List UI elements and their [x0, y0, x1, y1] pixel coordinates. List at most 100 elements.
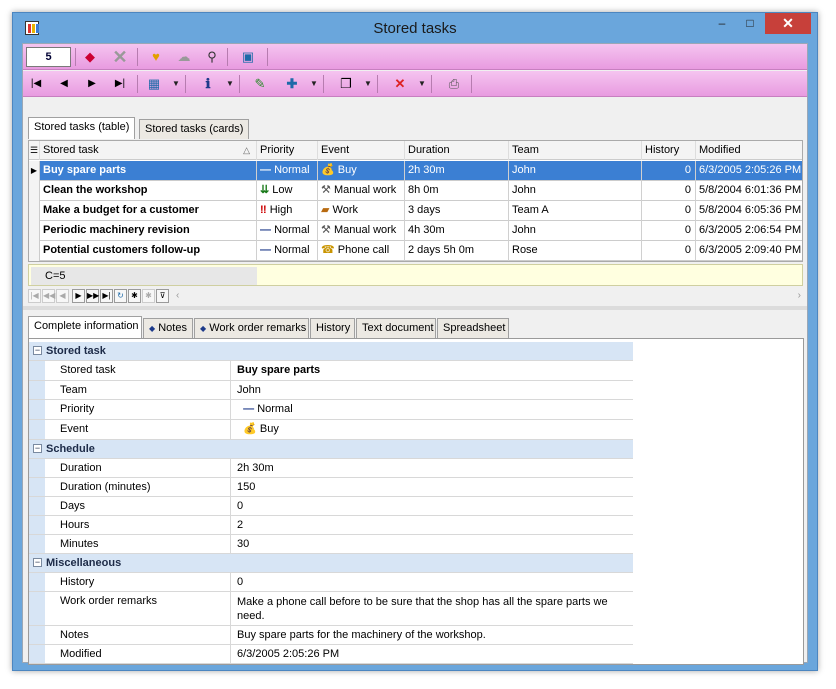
- nav-next-icon[interactable]: ▶: [72, 289, 85, 303]
- property-value[interactable]: John: [233, 381, 633, 399]
- table-row[interactable]: Make a budget for a customer ‼ High ▰ Wo…: [29, 201, 802, 221]
- edit-grid-icon[interactable]: ▦: [143, 74, 165, 94]
- table-row[interactable]: Clean the workshop ⇊ Low ⚒ Manual work 8…: [29, 181, 802, 201]
- property-row[interactable]: History 0: [29, 573, 633, 592]
- tab-table[interactable]: Stored tasks (table): [28, 117, 136, 139]
- collapse-icon[interactable]: −: [33, 346, 42, 355]
- col-header-team[interactable]: Team: [509, 141, 642, 160]
- cell-task: Potential customers follow-up: [40, 241, 257, 261]
- property-value[interactable]: 2: [233, 516, 633, 534]
- category-stored-task[interactable]: − Stored task: [29, 342, 633, 361]
- property-row[interactable]: Duration (minutes) 150: [29, 478, 633, 497]
- property-row[interactable]: Minutes 30: [29, 535, 633, 554]
- table-row[interactable]: ▶ Buy spare parts — Normal 💰 Buy 2h 30m …: [29, 161, 802, 181]
- col-header-history[interactable]: History: [642, 141, 696, 160]
- property-value[interactable]: 0: [233, 497, 633, 515]
- nav-delete-icon[interactable]: ✱: [142, 289, 155, 303]
- event-text: Phone call: [337, 244, 390, 256]
- property-row[interactable]: Notes Buy spare parts for the machinery …: [29, 626, 633, 645]
- category-miscellaneous[interactable]: − Miscellaneous: [29, 554, 633, 573]
- property-value[interactable]: 6/3/2005 2:05:26 PM: [233, 645, 633, 663]
- property-row[interactable]: Days 0: [29, 497, 633, 516]
- property-row[interactable]: Work order remarks Make a phone call bef…: [29, 592, 633, 626]
- property-label: Work order remarks: [29, 592, 231, 625]
- minimize-button[interactable]: –: [709, 13, 735, 34]
- record-counter[interactable]: 5: [26, 47, 71, 67]
- tab-history[interactable]: History: [310, 318, 355, 338]
- nav-next-page-icon[interactable]: ▶▶: [86, 289, 99, 303]
- property-value[interactable]: Buy spare parts: [233, 361, 633, 380]
- tab-complete-information[interactable]: Complete information: [28, 316, 142, 338]
- chevron-down-icon[interactable]: ▼: [417, 74, 427, 94]
- nav-last-icon[interactable]: ▶|: [100, 289, 113, 303]
- table-row[interactable]: Potential customers follow-up — Normal ☎…: [29, 241, 802, 261]
- cloud-icon[interactable]: ☁: [173, 47, 195, 67]
- info-icon[interactable]: ℹ: [197, 74, 219, 94]
- clear-filter-icon[interactable]: ✕: [389, 74, 411, 94]
- col-header-event[interactable]: Event: [318, 141, 405, 160]
- nav-prev-page-icon[interactable]: ◀◀: [42, 289, 55, 303]
- scroll-left-icon[interactable]: ‹: [176, 290, 179, 301]
- property-value[interactable]: 2h 30m: [233, 459, 633, 477]
- property-row[interactable]: Hours 2: [29, 516, 633, 535]
- cell-event: ☎ Phone call: [318, 241, 405, 261]
- col-header-priority[interactable]: Priority: [257, 141, 318, 160]
- property-value[interactable]: — Normal: [233, 400, 633, 419]
- nav-insert-icon[interactable]: ✱: [128, 289, 141, 303]
- cell-modified: 5/8/2004 6:05:36 PM: [699, 204, 802, 216]
- chevron-down-icon[interactable]: ▼: [309, 74, 319, 94]
- collapse-icon[interactable]: −: [33, 558, 42, 567]
- property-value[interactable]: 💰 Buy: [233, 420, 633, 439]
- property-row[interactable]: Duration 2h 30m: [29, 459, 633, 478]
- copy-icon[interactable]: ❐: [335, 74, 357, 94]
- property-row[interactable]: Stored task Buy spare parts: [29, 361, 633, 381]
- scroll-right-icon[interactable]: ›: [798, 290, 801, 301]
- title-bar[interactable]: Stored tasks – □ ✕: [13, 13, 817, 43]
- chevron-down-icon[interactable]: ▼: [171, 74, 181, 94]
- maximize-button[interactable]: □: [737, 13, 763, 34]
- last-record-icon[interactable]: ▶|: [109, 74, 131, 94]
- nav-filter-icon[interactable]: ⊽: [156, 289, 169, 303]
- nav-refresh-icon[interactable]: ↻: [114, 289, 127, 303]
- tab-text-document[interactable]: Text document: [356, 318, 436, 338]
- property-row[interactable]: Modified 6/3/2005 2:05:26 PM: [29, 645, 633, 664]
- col-header-duration[interactable]: Duration: [405, 141, 509, 160]
- col-header-modified[interactable]: Modified: [696, 141, 802, 160]
- edit-record-icon[interactable]: ◆: [79, 47, 101, 67]
- cell-modified: 6/3/2005 2:06:54 PM: [699, 224, 802, 236]
- property-value[interactable]: 150: [233, 478, 633, 496]
- first-record-icon[interactable]: |◀: [25, 74, 47, 94]
- property-value[interactable]: 30: [233, 535, 633, 553]
- close-button[interactable]: ✕: [765, 13, 811, 34]
- chevron-down-icon[interactable]: ▼: [225, 74, 235, 94]
- tab-work-order-remarks[interactable]: ◆ Work order remarks: [194, 318, 309, 338]
- column-chooser-icon[interactable]: ☰: [29, 141, 40, 160]
- property-value[interactable]: Make a phone call before to be sure that…: [233, 592, 633, 625]
- note-icon[interactable]: ✎: [249, 74, 271, 94]
- group-icon[interactable]: ♥: [145, 47, 167, 67]
- property-row[interactable]: Team John: [29, 381, 633, 400]
- table-row[interactable]: Periodic machinery revision — Normal ⚒ M…: [29, 221, 802, 241]
- property-label: Event: [29, 420, 231, 439]
- zoom-icon[interactable]: ⚲: [201, 47, 223, 67]
- chevron-down-icon[interactable]: ▼: [363, 74, 373, 94]
- delete-record-icon[interactable]: ✕: [109, 47, 131, 67]
- property-row[interactable]: Event 💰 Buy: [29, 420, 633, 440]
- col-header-task[interactable]: Stored task △: [40, 141, 257, 160]
- next-record-icon[interactable]: ▶: [81, 74, 103, 94]
- tab-notes[interactable]: ◆ Notes: [143, 318, 193, 338]
- layout-icon[interactable]: ▣: [237, 47, 259, 67]
- category-schedule[interactable]: − Schedule: [29, 440, 633, 459]
- nav-first-icon[interactable]: |◀: [28, 289, 41, 303]
- nav-prev-icon[interactable]: ◀: [56, 289, 69, 303]
- property-value[interactable]: Buy spare parts for the machinery of the…: [233, 626, 633, 644]
- tab-cards[interactable]: Stored tasks (cards): [139, 119, 250, 139]
- add-icon[interactable]: ✚: [281, 74, 303, 94]
- print-icon[interactable]: ⎙: [443, 74, 465, 94]
- property-row[interactable]: Priority — Normal: [29, 400, 633, 420]
- pane-splitter[interactable]: [23, 306, 807, 310]
- collapse-icon[interactable]: −: [33, 444, 42, 453]
- tab-spreadsheet[interactable]: Spreadsheet: [437, 318, 509, 338]
- prev-record-icon[interactable]: ◀: [53, 74, 75, 94]
- property-value[interactable]: 0: [233, 573, 633, 591]
